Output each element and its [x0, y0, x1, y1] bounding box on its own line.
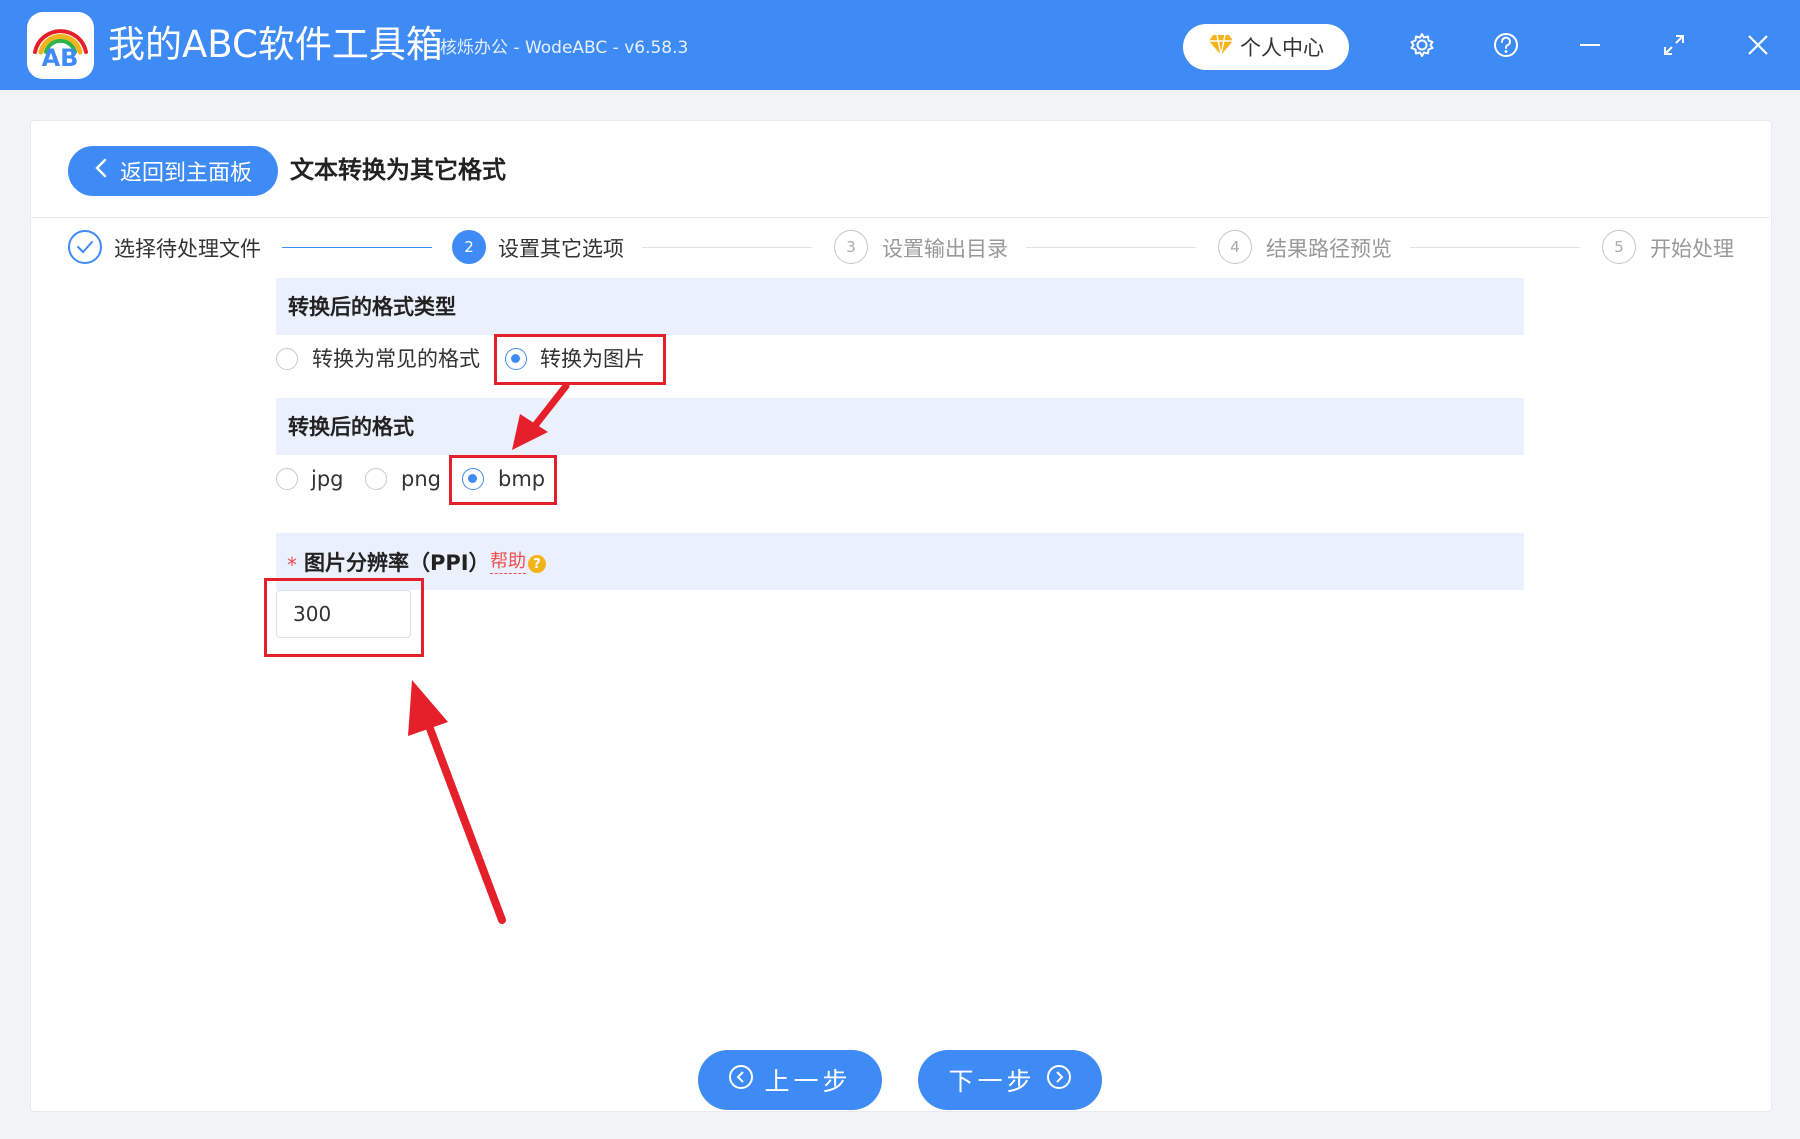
- arrow-up-to-ppi-input: [408, 680, 506, 924]
- annotation-arrows: [408, 382, 570, 924]
- prev-step-button[interactable]: 上一步: [698, 1050, 882, 1110]
- circle-chevron-right-icon: [1046, 1064, 1072, 1096]
- next-step-label: 下一步: [948, 1067, 1036, 1096]
- prev-step-label: 上一步: [764, 1067, 852, 1096]
- circle-chevron-left-icon: [728, 1064, 754, 1096]
- next-step-button[interactable]: 下一步: [918, 1050, 1102, 1110]
- arrow-down-to-bmp: [512, 382, 570, 450]
